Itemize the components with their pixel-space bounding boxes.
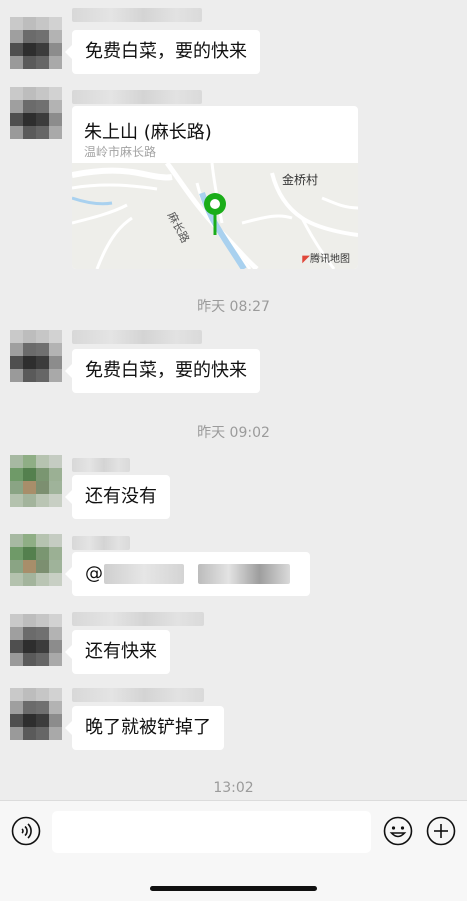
emoji-icon[interactable] [383, 816, 413, 846]
home-indicator[interactable] [150, 886, 317, 891]
timestamp: 昨天 08:27 [197, 299, 270, 315]
location-address: 温岭市麻长路 [84, 145, 157, 159]
voice-icon[interactable] [11, 816, 41, 846]
tencent-map-icon: ◤ [302, 254, 310, 265]
redacted-text [104, 564, 184, 584]
plus-icon[interactable] [426, 816, 456, 846]
location-pin-icon [204, 193, 226, 235]
sender-name [72, 688, 204, 702]
map-provider-label: ◤腾讯地图 [302, 254, 350, 265]
sender-name [72, 330, 202, 344]
sender-name [72, 458, 130, 472]
chat-area[interactable]: 免费白菜，要的快来 朱上山 (麻长路) 温岭市麻长路 金桥村 麻长路 ◤腾讯地图… [0, 0, 467, 800]
message-input[interactable] [52, 811, 371, 853]
mention-symbol: @ [85, 563, 103, 584]
avatar[interactable] [10, 330, 62, 382]
avatar[interactable] [10, 688, 62, 740]
message-bubble[interactable]: 免费白菜，要的快来 [65, 349, 260, 393]
avatar[interactable] [10, 534, 62, 586]
sender-name [72, 90, 202, 104]
avatar[interactable] [10, 17, 62, 69]
redacted-text [198, 564, 290, 584]
message-bubble[interactable]: 免费白菜，要的快来 [65, 30, 260, 74]
map-preview[interactable]: 金桥村 麻长路 ◤腾讯地图 [72, 161, 358, 269]
sender-name [72, 8, 202, 22]
map-label-village: 金桥村 [282, 173, 319, 187]
input-bar [0, 800, 467, 901]
avatar[interactable] [10, 87, 62, 139]
location-title: 朱上山 (麻长路) [84, 122, 212, 143]
timestamp: 13:02 [213, 780, 254, 796]
sender-name [72, 536, 130, 550]
sender-name [72, 612, 204, 626]
message-bubble[interactable]: @ [65, 552, 310, 596]
timestamp: 昨天 09:02 [197, 425, 270, 441]
message-bubble[interactable]: 还有快来 [65, 630, 170, 674]
location-card[interactable]: 朱上山 (麻长路) 温岭市麻长路 金桥村 麻长路 ◤腾讯地图 [72, 106, 358, 269]
message-bubble[interactable]: 还有没有 [65, 475, 170, 519]
avatar[interactable] [10, 455, 62, 507]
message-bubble[interactable]: 晚了就被铲掉了 [65, 706, 224, 750]
avatar[interactable] [10, 614, 62, 666]
